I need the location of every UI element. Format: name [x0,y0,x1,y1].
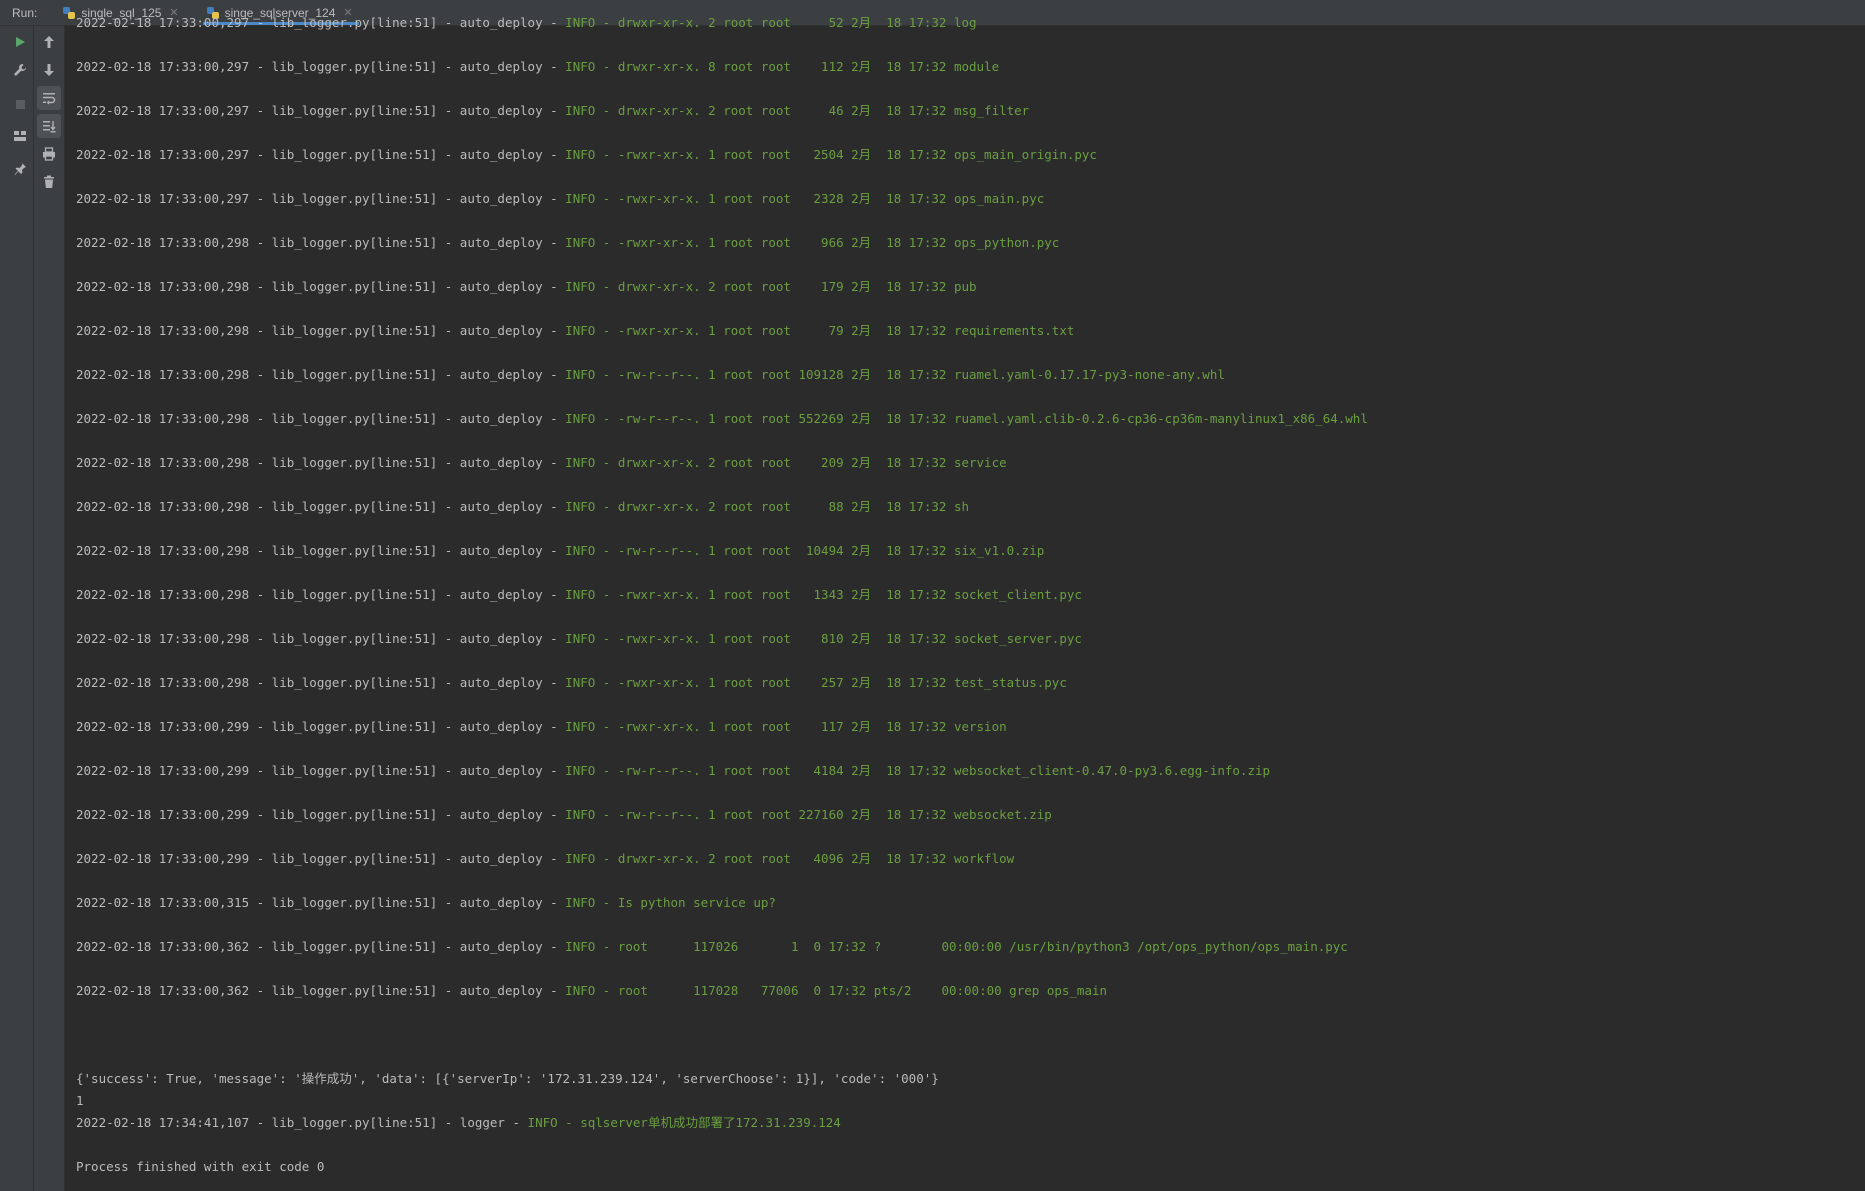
soft-wrap-icon[interactable] [37,86,61,110]
log-line: 2022-02-18 17:33:00,298 - lib_logger.py[… [76,499,970,514]
log-line: 2022-02-18 17:33:00,298 - lib_logger.py[… [76,411,1368,426]
log-line: 2022-02-18 17:33:00,297 - lib_logger.py[… [76,191,1045,206]
log-line: 2022-02-18 17:33:00,315 - lib_logger.py[… [76,895,776,910]
print-icon[interactable] [37,142,61,166]
log-line: 2022-02-18 17:33:00,298 - lib_logger.py[… [76,235,1060,250]
log-line: 2022-02-18 17:33:00,297 - lib_logger.py[… [76,147,1097,162]
log-line: 2022-02-18 17:33:00,297 - lib_logger.py[… [76,59,1000,74]
pin-icon[interactable] [8,156,32,180]
log-line: 2022-02-18 17:33:00,297 - lib_logger.py[… [76,103,1030,118]
arrow-up-icon[interactable] [37,30,61,54]
log-line: 2022-02-18 17:33:00,298 - lib_logger.py[… [76,455,1007,470]
run-toolbar [0,26,65,1191]
log-line: 2022-02-18 17:33:00,299 - lib_logger.py[… [76,851,1015,866]
log-line: 2022-02-18 17:33:00,298 - lib_logger.py[… [76,587,1082,602]
wrench-icon[interactable] [8,58,32,82]
log-line: 2022-02-18 17:33:00,298 - lib_logger.py[… [76,543,1045,558]
toolbar-column-left [6,26,34,182]
log-line: 2022-02-18 17:33:00,298 - lib_logger.py[… [76,367,1225,382]
scroll-to-end-icon[interactable] [37,114,61,138]
log-line: 2022-02-18 17:33:00,299 - lib_logger.py[… [76,719,1007,734]
log-line: 2022-02-18 17:33:00,362 - lib_logger.py[… [76,983,1108,998]
run-icon[interactable] [8,30,32,54]
final-log-line: 2022-02-18 17:34:41,107 - lib_logger.py[… [76,1115,841,1130]
python-icon [63,6,76,19]
log-line: 2022-02-18 17:33:00,298 - lib_logger.py[… [76,323,1075,338]
log-line: 2022-02-18 17:33:00,299 - lib_logger.py[… [76,807,1052,822]
exit-status-line: Process finished with exit code 0 [76,1159,325,1174]
log-line: 2022-02-18 17:33:00,362 - lib_logger.py[… [76,939,1348,954]
arrow-down-icon[interactable] [37,58,61,82]
log-line: 2022-02-18 17:33:00,297 - lib_logger.py[… [76,15,977,30]
console-output[interactable]: 2022-02-18 17:33:00,297 - lib_logger.py[… [76,14,1856,1191]
log-line: 2022-02-18 17:33:00,298 - lib_logger.py[… [76,279,977,294]
result-line: {'success': True, 'message': '操作成功', 'da… [76,1071,939,1086]
log-line: 2022-02-18 17:33:00,298 - lib_logger.py[… [76,675,1067,690]
trash-icon[interactable] [37,170,61,194]
toolbar-column-right [35,26,63,196]
layout-icon[interactable] [8,124,32,148]
log-line: 2022-02-18 17:33:00,299 - lib_logger.py[… [76,763,1271,778]
stop-icon[interactable] [8,92,32,116]
run-label: Run: [12,5,38,20]
log-line: 2022-02-18 17:33:00,298 - lib_logger.py[… [76,631,1082,646]
count-line: 1 [76,1093,84,1108]
